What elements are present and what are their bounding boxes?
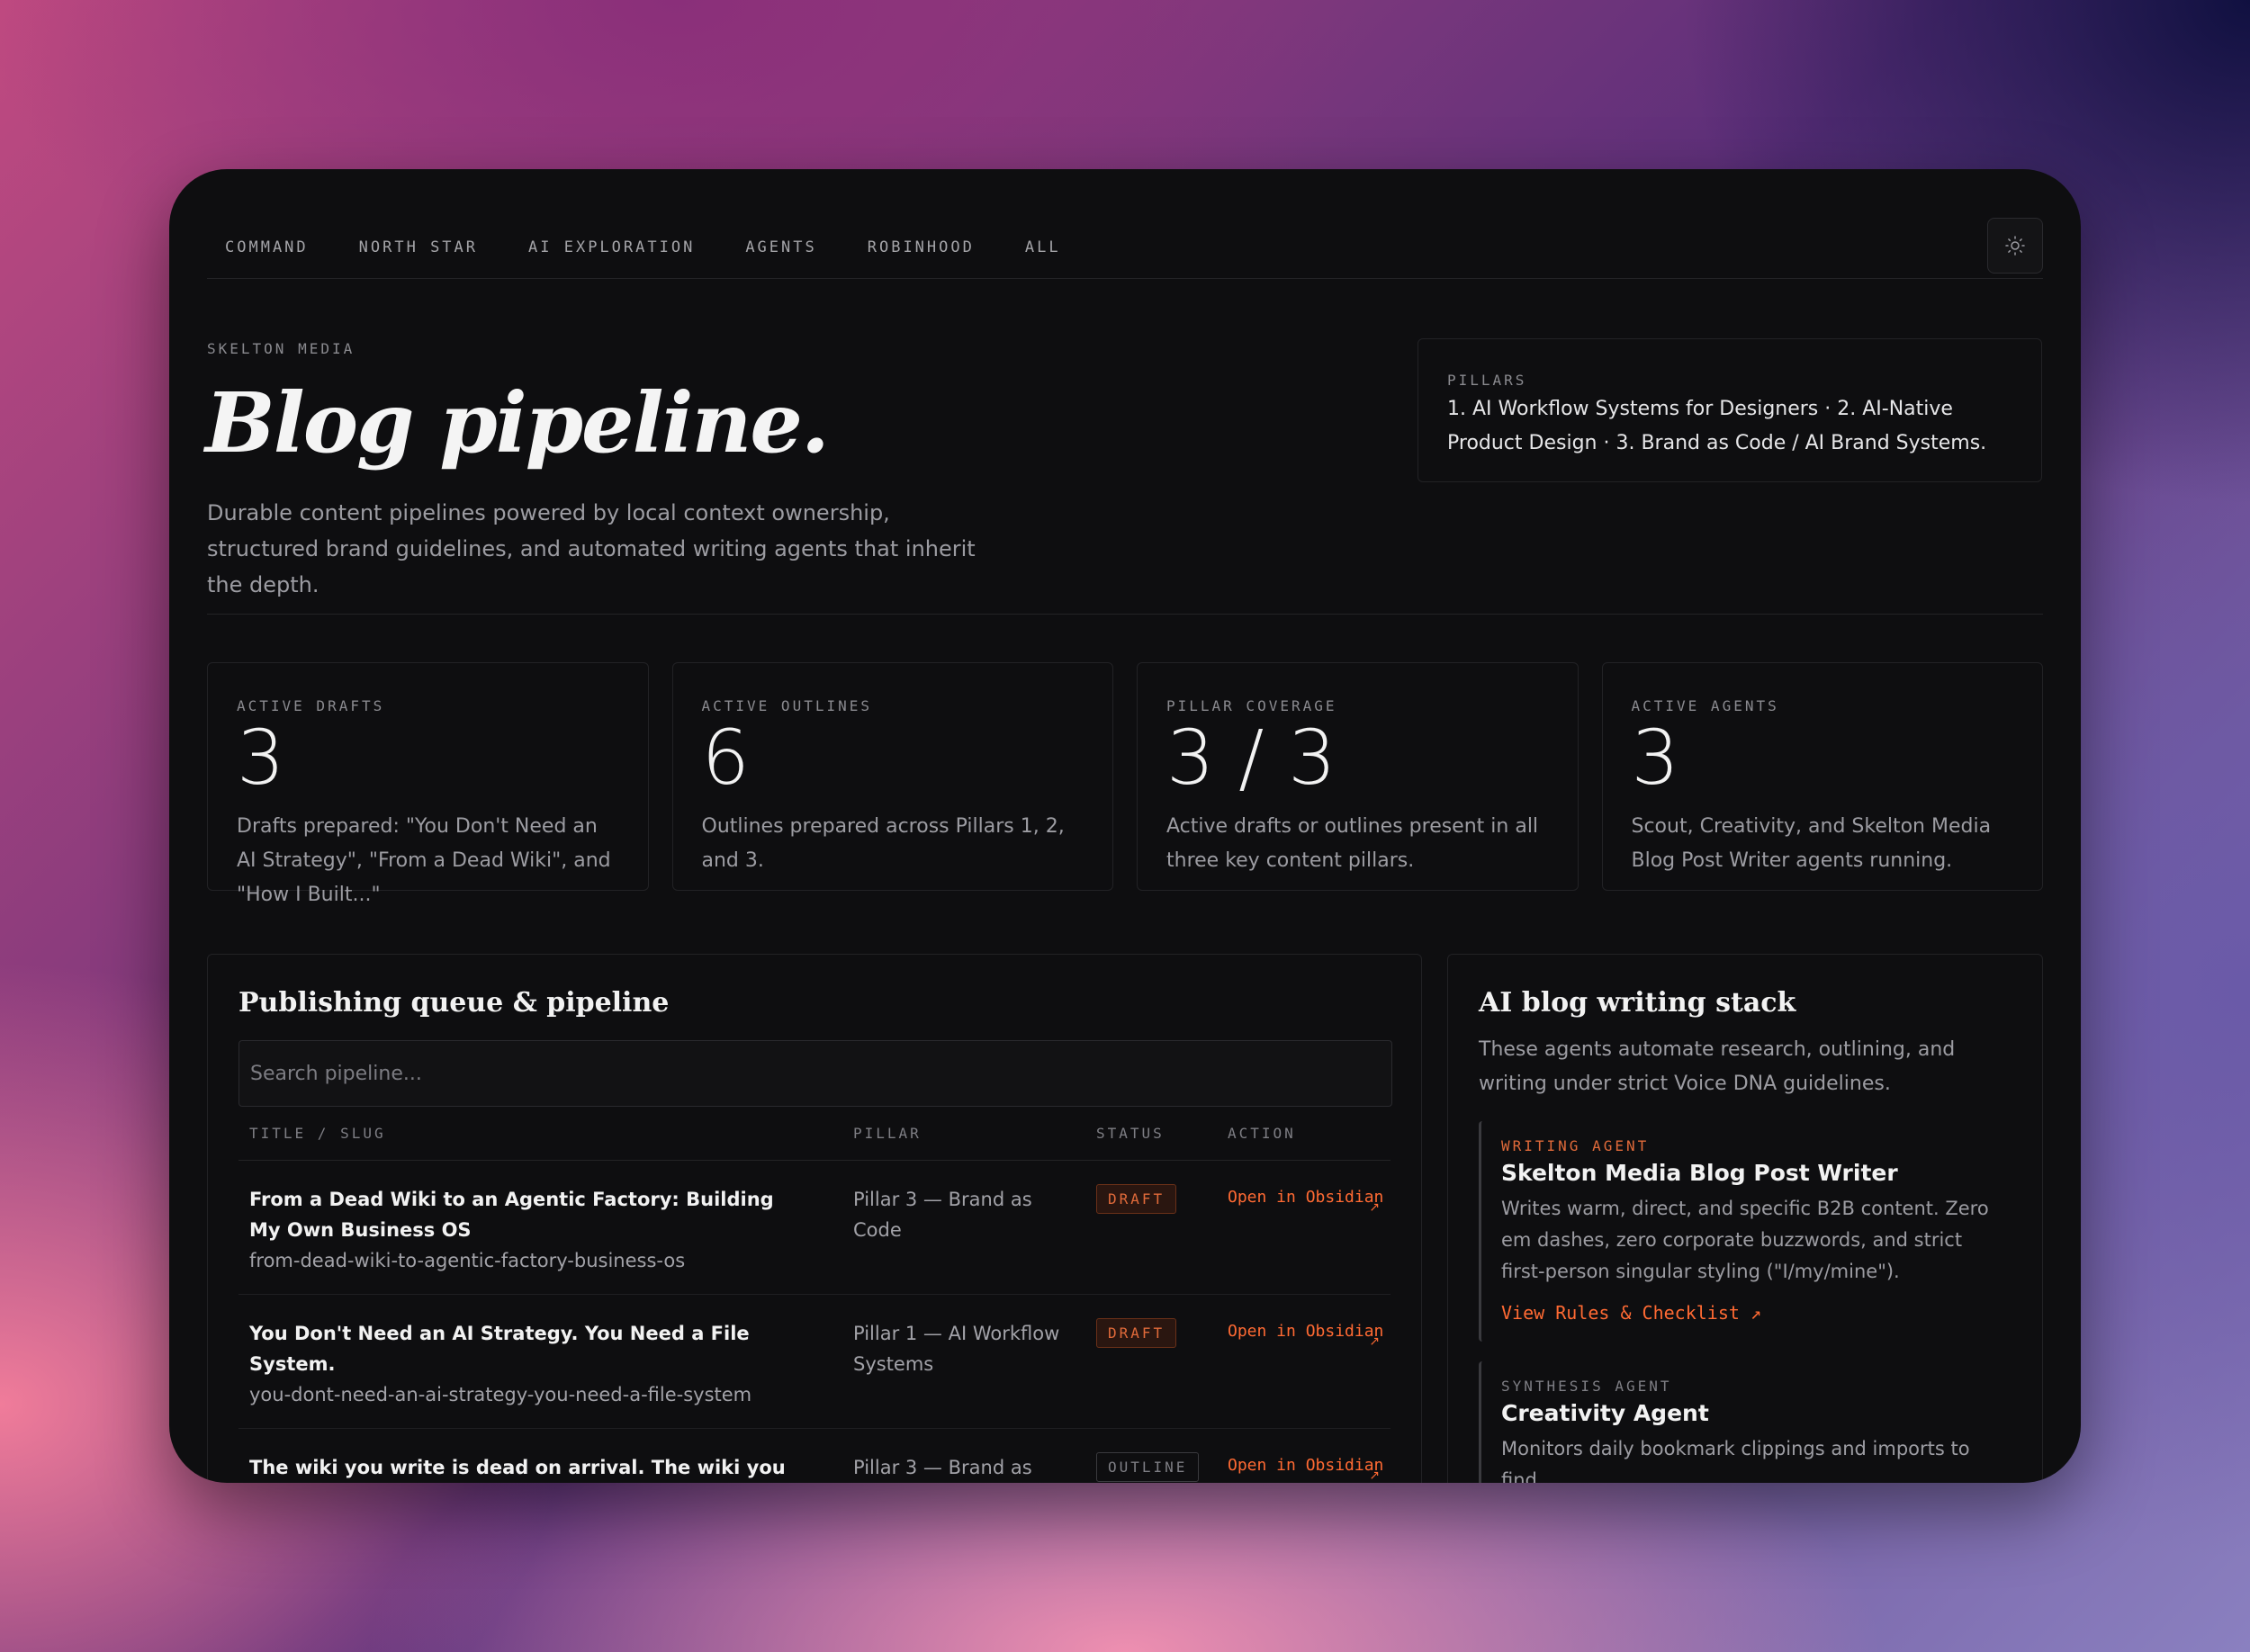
stat-description: Outlines prepared across Pillars 1, 2, a… xyxy=(701,815,1065,872)
pillars-label: PILLARS xyxy=(1447,372,1527,389)
stat-label: PILLAR COVERAGE xyxy=(1166,697,1337,714)
header-divider xyxy=(207,614,2043,615)
stat-card-active-outlines: ACTIVE OUTLINES 6 Outlines prepared acro… xyxy=(671,662,1113,891)
table-header: TITLE / SLUG PILLAR STATUS ACTION xyxy=(238,1107,1390,1161)
agent-card-synthesis: SYNTHESIS AGENT Creativity Agent Monitor… xyxy=(1479,1361,2012,1483)
pillars-text: 1. AI Workflow Systems for Designers · 2… xyxy=(1447,398,1987,454)
app-window: COMMAND NORTH STAR AI EXPLORATION AGENTS… xyxy=(169,169,2081,1483)
agent-description: Monitors daily bookmark clippings and im… xyxy=(1501,1438,1970,1483)
external-link-icon[interactable]: ↗ xyxy=(1369,1468,1380,1483)
stat-label: ACTIVE AGENTS xyxy=(1631,697,1779,714)
page-description: Durable content pipelines powered by loc… xyxy=(207,500,976,597)
theme-toggle-button[interactable] xyxy=(1987,218,2043,274)
external-link-icon[interactable]: ↗ xyxy=(1369,1200,1380,1215)
stat-description: Active drafts or outlines present in all… xyxy=(1166,815,1539,872)
status-badge: OUTLINE xyxy=(1096,1452,1200,1482)
page-title: Blog pipeline. xyxy=(205,374,830,471)
table-row[interactable]: From a Dead Wiki to an Agentic Factory: … xyxy=(238,1161,1390,1295)
table-row[interactable]: You Don't Need an AI Strategy. You Need … xyxy=(238,1295,1390,1429)
row-slug: you-dont-need-an-ai-strategy-you-need-a-… xyxy=(249,1384,752,1405)
status-badge: DRAFT xyxy=(1096,1184,1177,1214)
agent-name: Creativity Agent xyxy=(1501,1400,1709,1426)
row-pillar: Pillar 3 — Brand as Code xyxy=(853,1189,1032,1241)
stat-card-active-drafts: ACTIVE DRAFTS 3 Drafts prepared: "You Do… xyxy=(207,662,649,906)
row-pillar: Pillar 1 — AI Workflow Systems xyxy=(853,1323,1060,1375)
nav-item-command[interactable]: COMMAND xyxy=(225,238,309,256)
pillars-card: PILLARS 1. AI Workflow Systems for Desig… xyxy=(1418,338,2042,482)
cell-status: DRAFT xyxy=(1096,1184,1228,1276)
stat-card-pillar-coverage: PILLAR COVERAGE 3 / 3 Active drafts or o… xyxy=(1137,662,1579,891)
stat-description: Drafts prepared: "You Don't Need an AI S… xyxy=(237,815,611,906)
agent-type-label: SYNTHESIS AGENT xyxy=(1501,1378,1672,1395)
column-header-title[interactable]: TITLE / SLUG xyxy=(249,1125,853,1142)
stat-value: 3 / 3 xyxy=(1166,714,1336,802)
column-header-pillar[interactable]: PILLAR xyxy=(853,1125,1096,1142)
open-in-obsidian-link[interactable]: Open in Obsidian xyxy=(1228,1318,1390,1410)
row-slug: from-dead-wiki-to-agentic-factory-busine… xyxy=(249,1250,686,1271)
queue-title: Publishing queue & pipeline xyxy=(238,987,670,1019)
stat-value: 3 xyxy=(1631,714,1679,802)
external-link-icon[interactable]: ↗ xyxy=(1369,1334,1380,1349)
cell-status: DRAFT xyxy=(1096,1318,1228,1410)
nav-item-agents[interactable]: AGENTS xyxy=(745,238,816,256)
view-rules-link[interactable]: View Rules & Checklist ↗ xyxy=(1501,1302,2012,1324)
stat-value: 3 xyxy=(237,714,285,802)
stat-card-active-agents: ACTIVE AGENTS 3 Scout, Creativity, and S… xyxy=(1601,662,2043,891)
status-badge: DRAFT xyxy=(1096,1318,1177,1348)
cell-status: OUTLINE xyxy=(1096,1452,1228,1483)
row-title: You Don't Need an AI Strategy. You Need … xyxy=(249,1323,750,1375)
stat-label: ACTIVE DRAFTS xyxy=(237,697,385,714)
search-input[interactable] xyxy=(238,1040,1392,1107)
stack-title: AI blog writing stack xyxy=(1479,987,1796,1019)
stats-row: ACTIVE DRAFTS 3 Drafts prepared: "You Do… xyxy=(207,662,2043,906)
column-header-status[interactable]: STATUS xyxy=(1096,1125,1228,1142)
row-title: The wiki you write is dead on arrival. T… xyxy=(249,1457,786,1478)
cell-title: The wiki you write is dead on arrival. T… xyxy=(249,1452,853,1483)
sun-icon xyxy=(2005,236,2025,256)
publishing-queue-panel: Publishing queue & pipeline TITLE / SLUG… xyxy=(207,954,1422,1483)
open-in-obsidian-link[interactable]: Open in Obsidian xyxy=(1228,1452,1390,1483)
stat-label: ACTIVE OUTLINES xyxy=(701,697,872,714)
cell-title: You Don't Need an AI Strategy. You Need … xyxy=(249,1318,853,1410)
agent-type-label: WRITING AGENT xyxy=(1501,1137,1650,1154)
page-eyebrow: SKELTON MEDIA xyxy=(207,340,356,357)
open-in-obsidian-link[interactable]: Open in Obsidian xyxy=(1228,1184,1390,1276)
column-header-action[interactable]: ACTION xyxy=(1228,1125,1390,1142)
agent-name: Skelton Media Blog Post Writer xyxy=(1501,1160,1898,1186)
top-nav: COMMAND NORTH STAR AI EXPLORATION AGENTS… xyxy=(207,216,2043,279)
stat-value: 6 xyxy=(701,714,750,802)
stat-description: Scout, Creativity, and Skelton Media Blo… xyxy=(1631,815,1992,872)
agent-card-writing: WRITING AGENT Skelton Media Blog Post Wr… xyxy=(1479,1121,2012,1342)
stack-description: These agents automate research, outlinin… xyxy=(1479,1038,1956,1095)
row-title: From a Dead Wiki to an Agentic Factory: … xyxy=(249,1189,774,1241)
nav-item-north-star[interactable]: NORTH STAR xyxy=(359,238,478,256)
agent-description: Writes warm, direct, and specific B2B co… xyxy=(1501,1198,1989,1282)
nav-item-robinhood[interactable]: ROBINHOOD xyxy=(868,238,975,256)
ai-writing-stack-panel: AI blog writing stack These agents autom… xyxy=(1447,954,2043,1483)
cell-title: From a Dead Wiki to an Agentic Factory: … xyxy=(249,1184,853,1276)
nav-item-all[interactable]: ALL xyxy=(1025,238,1061,256)
table-row[interactable]: The wiki you write is dead on arrival. T… xyxy=(238,1429,1390,1483)
nav-item-ai-exploration[interactable]: AI EXPLORATION xyxy=(528,238,695,256)
row-pillar: Pillar 3 — Brand as Code xyxy=(853,1457,1032,1478)
